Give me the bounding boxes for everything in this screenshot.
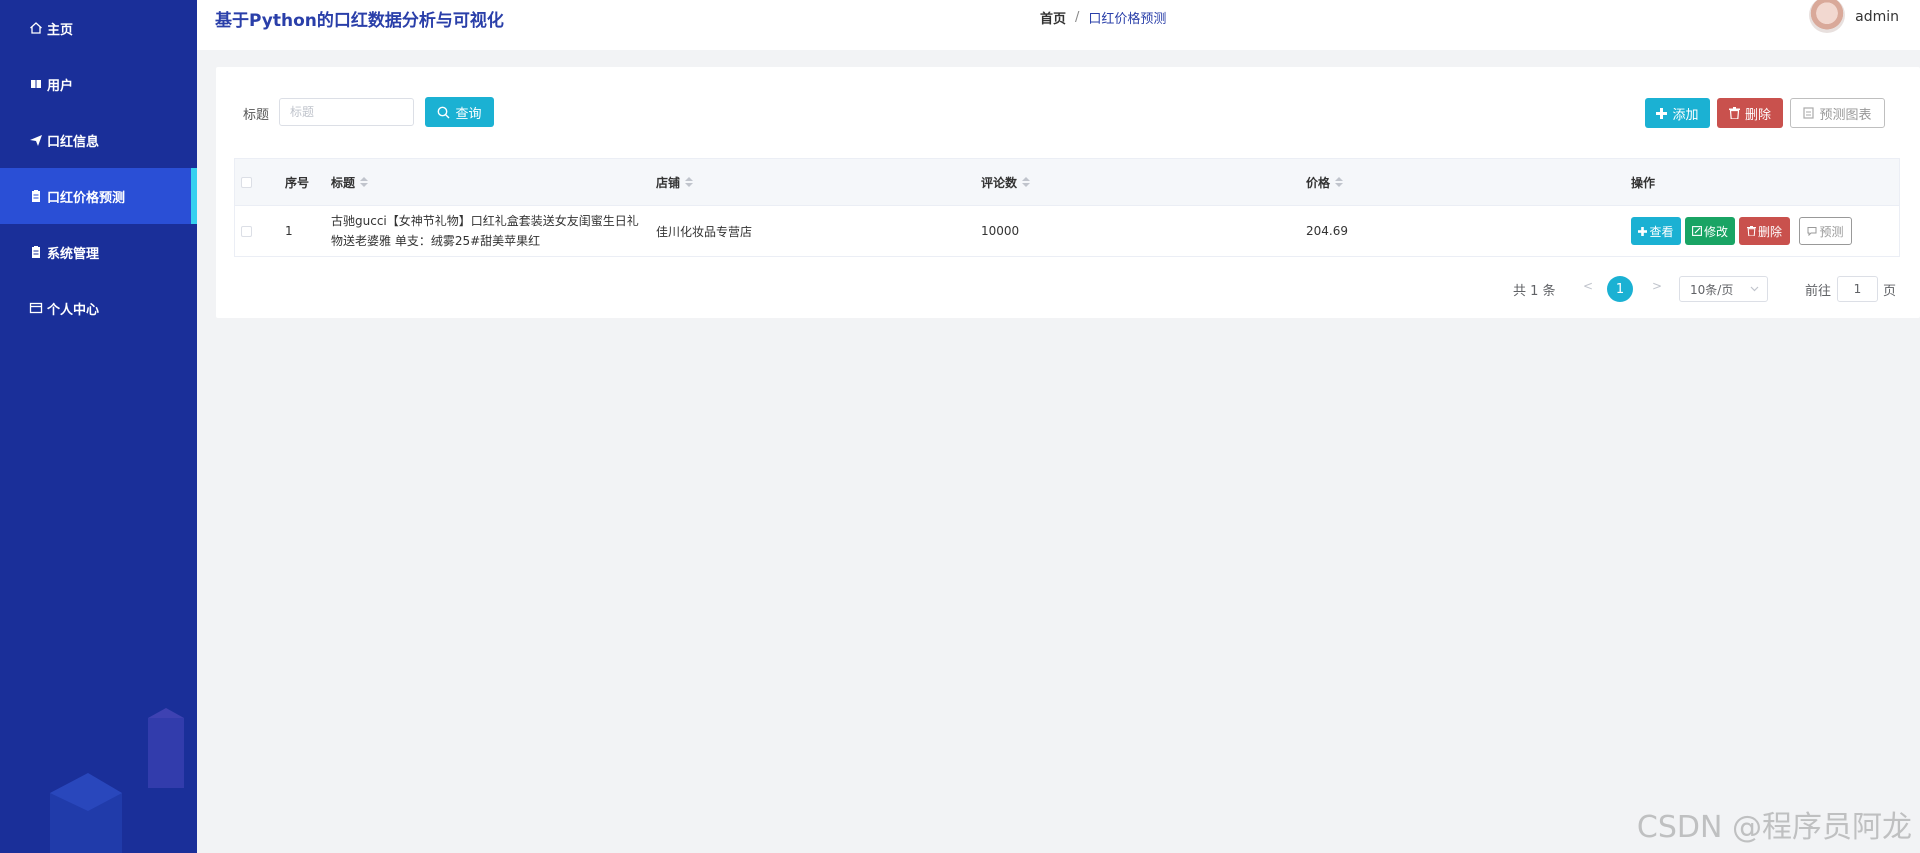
prediction-chart-button[interactable]: 预测图表 xyxy=(1790,98,1885,128)
pagination-total: 共 1 条 xyxy=(1513,284,1556,299)
breadcrumb-current: 口红价格预测 xyxy=(1088,12,1167,27)
prediction-chart-label: 预测图表 xyxy=(1819,107,1872,123)
header-index-label: 序号 xyxy=(285,175,310,190)
data-table: 序号 标题 店铺 评论数 价格 操作 1 古驰gucci【女神节礼物】口红礼盒套… xyxy=(234,158,1900,257)
goto-label: 前往 xyxy=(1805,284,1832,299)
page-size-value: 10条/页 xyxy=(1690,282,1734,297)
header-actions-label: 操作 xyxy=(1631,175,1656,190)
view-button[interactable]: 查看 xyxy=(1631,217,1681,245)
sidebar-item-profile[interactable]: 个人中心 xyxy=(0,280,197,336)
send-icon xyxy=(28,133,44,147)
sidebar-item-users[interactable]: 用户 xyxy=(0,56,197,112)
top-header: 基于Python的口红数据分析与可视化 首页 / 口红价格预测 admin xyxy=(197,0,1920,50)
row-actions: 查看 修改 删除 预测 xyxy=(1631,206,1856,256)
row-delete-button[interactable]: 删除 xyxy=(1739,217,1790,245)
search-icon xyxy=(438,106,450,118)
prev-page-button[interactable]: < xyxy=(1583,279,1593,293)
row-delete-label: 删除 xyxy=(1757,224,1782,239)
search-input[interactable] xyxy=(279,98,414,126)
sidebar-decoration xyxy=(50,708,184,853)
breadcrumb: 首页 / 口红价格预测 xyxy=(1040,8,1166,27)
header-shop-label: 店铺 xyxy=(656,175,681,190)
add-button-label: 添加 xyxy=(1672,107,1699,123)
row-title-cell: 古驰gucci【女神节礼物】口红礼盒套装送女友闺蜜生日礼物送老婆雅 单支：绒雾2… xyxy=(331,206,643,256)
query-button-label: 查询 xyxy=(455,106,482,122)
sort-icon[interactable] xyxy=(1022,177,1031,187)
header-title[interactable]: 标题 xyxy=(331,159,369,205)
goto-page-input[interactable] xyxy=(1837,276,1878,302)
user-menu[interactable]: admin xyxy=(1809,0,1899,34)
sidebar-item-label: 口红信息 xyxy=(47,134,100,150)
query-button[interactable]: 查询 xyxy=(425,97,494,127)
clipboard-icon xyxy=(28,245,44,259)
view-button-label: 查看 xyxy=(1649,224,1674,239)
username[interactable]: admin xyxy=(1855,9,1899,25)
watermark: CSDN @程序员阿龙 xyxy=(1636,810,1912,845)
add-button[interactable]: 添加 xyxy=(1645,98,1710,128)
predict-button-label: 预测 xyxy=(1819,224,1844,239)
page-label: 页 xyxy=(1883,284,1897,299)
breadcrumb-home[interactable]: 首页 xyxy=(1040,8,1066,27)
breadcrumb-separator: / xyxy=(1075,10,1080,25)
sort-icon[interactable] xyxy=(360,177,369,187)
row-index: 1 xyxy=(285,224,293,238)
chart-icon xyxy=(1803,107,1815,119)
content-card: 标题 查询 添加 删除 预测图表 序号 标题 店铺 xyxy=(216,67,1920,318)
avatar[interactable] xyxy=(1809,0,1846,33)
sidebar-item-label: 系统管理 xyxy=(47,246,100,262)
sidebar-item-label: 用户 xyxy=(47,78,74,94)
search-label: 标题 xyxy=(243,108,270,123)
row-price: 204.69 xyxy=(1306,224,1348,238)
header-price[interactable]: 价格 xyxy=(1306,159,1344,205)
wallet-icon xyxy=(28,301,44,315)
row-shop: 佳川化妆品专营店 xyxy=(656,224,753,239)
book-icon xyxy=(28,77,44,91)
pagination: 共 1 条 < 1 > 10条/页 前往 页 xyxy=(216,276,1920,302)
sidebar-item-label: 主页 xyxy=(47,22,74,38)
row-comments: 10000 xyxy=(981,224,1020,238)
header-title-label: 标题 xyxy=(331,175,356,190)
sidebar-menu: 主页 用户 口红信息 口红价格预测 系统管理 个人中心 xyxy=(0,0,197,336)
next-page-button[interactable]: > xyxy=(1652,279,1662,293)
row-title: 古驰gucci【女神节礼物】口红礼盒套装送女友闺蜜生日礼物送老婆雅 单支：绒雾2… xyxy=(331,214,639,248)
sidebar-item-home[interactable]: 主页 xyxy=(0,0,197,56)
page-number-current[interactable]: 1 xyxy=(1607,276,1633,302)
table-row: 1 古驰gucci【女神节礼物】口红礼盒套装送女友闺蜜生日礼物送老婆雅 单支：绒… xyxy=(235,206,1899,256)
table-header: 序号 标题 店铺 评论数 价格 操作 xyxy=(235,159,1899,206)
row-checkbox[interactable] xyxy=(241,225,252,237)
chevron-down-icon xyxy=(1750,286,1759,292)
trash-icon xyxy=(1728,107,1740,119)
sidebar-item-price-prediction[interactable]: 口红价格预测 xyxy=(0,168,197,224)
delete-button[interactable]: 删除 xyxy=(1717,98,1783,128)
home-icon xyxy=(28,21,44,35)
comment-icon xyxy=(1807,227,1817,236)
sort-icon[interactable] xyxy=(1335,177,1344,187)
header-actions: 操作 xyxy=(1631,159,1655,205)
sidebar: 主页 用户 口红信息 口红价格预测 系统管理 个人中心 xyxy=(0,0,197,853)
clipboard-icon xyxy=(28,189,44,203)
delete-button-label: 删除 xyxy=(1744,107,1771,123)
edit-icon xyxy=(1692,226,1702,236)
sidebar-item-label: 口红价格预测 xyxy=(47,190,126,206)
app-title: 基于Python的口红数据分析与可视化 xyxy=(215,11,504,31)
edit-button-label: 修改 xyxy=(1703,224,1728,239)
sort-icon[interactable] xyxy=(685,177,694,187)
select-all-checkbox[interactable] xyxy=(241,176,252,188)
header-shop[interactable]: 店铺 xyxy=(656,159,694,205)
header-index: 序号 xyxy=(285,159,309,205)
row-checkbox-cell xyxy=(241,206,252,256)
page-size-select[interactable]: 10条/页 xyxy=(1679,276,1768,302)
sidebar-item-system[interactable]: 系统管理 xyxy=(0,224,197,280)
header-price-label: 价格 xyxy=(1306,175,1331,190)
header-comments[interactable]: 评论数 xyxy=(981,159,1031,205)
predict-button[interactable]: 预测 xyxy=(1799,217,1852,245)
trash-icon xyxy=(1746,226,1756,236)
sidebar-item-label: 个人中心 xyxy=(47,302,100,318)
plus-icon xyxy=(1638,226,1648,236)
header-comments-label: 评论数 xyxy=(981,175,1018,190)
header-checkbox-cell xyxy=(241,159,252,205)
plus-icon xyxy=(1656,107,1668,119)
sidebar-item-lipstick-info[interactable]: 口红信息 xyxy=(0,112,197,168)
edit-button[interactable]: 修改 xyxy=(1685,217,1735,245)
